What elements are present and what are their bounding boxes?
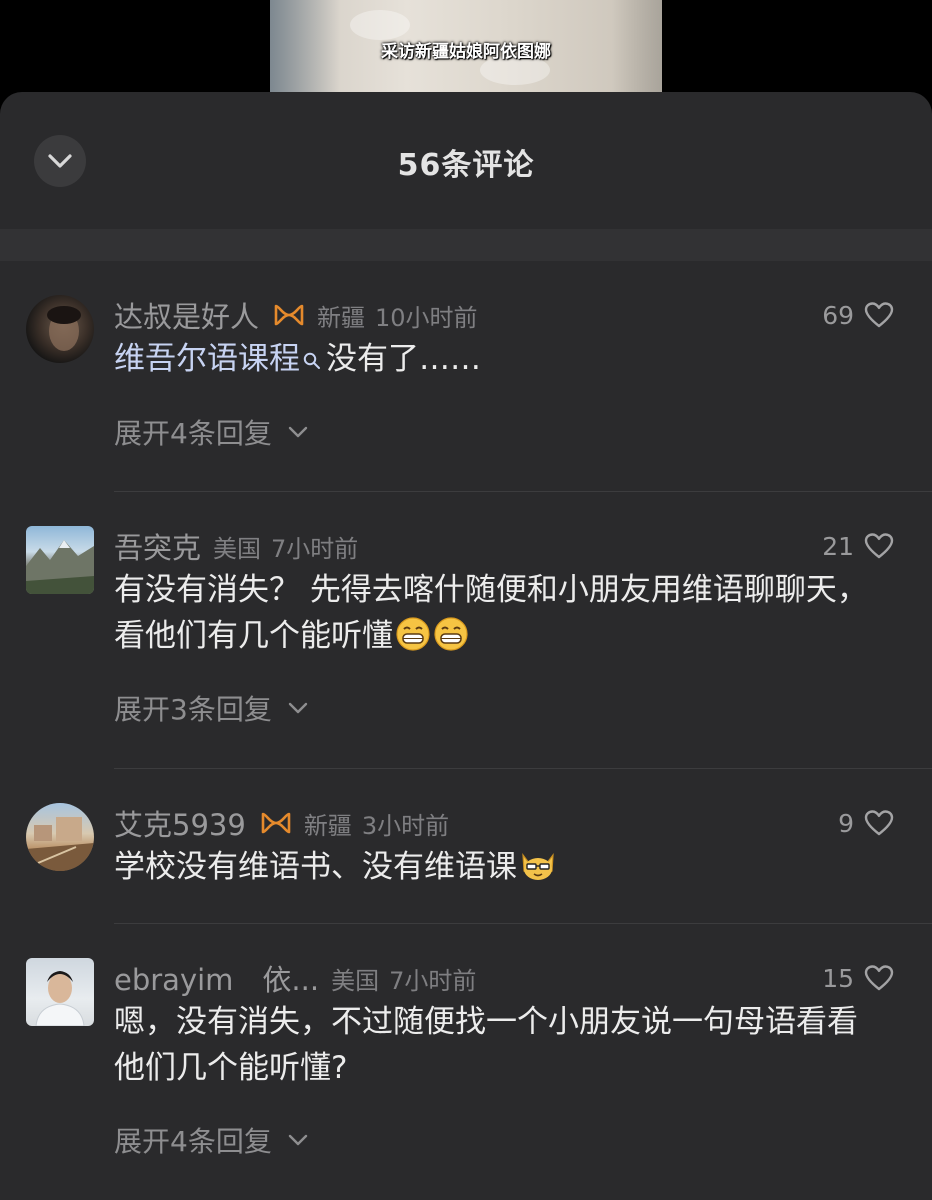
comment-text-body: 学校没有维语书、没有维语课 [114, 849, 517, 885]
comment-text: 维吾尔语课程 没有了…… [114, 336, 874, 382]
comment-username[interactable]: 艾克5939 [114, 802, 246, 844]
cat-emoji-icon [522, 853, 554, 880]
chevron-down-icon [288, 702, 308, 714]
like-count: 9 [838, 808, 854, 838]
video-frame[interactable]: 采访新疆姑娘阿依图娜 [270, 0, 662, 92]
comment-text-rest: 没有了…… [326, 341, 481, 377]
avatar-scene [26, 817, 94, 871]
heart-icon [864, 810, 894, 836]
comment-item: 艾克5939 新疆 3小时前 9 学校没有维语书、没有维语课 [0, 769, 932, 924]
comment-username[interactable]: 吾突克 [114, 525, 201, 567]
expand-replies-label: 展开4条回复 [114, 1125, 272, 1158]
sheet-header: 56条评论 [0, 92, 932, 229]
comment-item: ebrayim 依... 美国 7小时前 15 嗯，没有消失，不过随便找一个小朋… [0, 924, 932, 1200]
like-button[interactable]: 9 [838, 803, 894, 843]
comment-text: 嗯，没有消失，不过随便找一个小朋友说一句母语看看他们几个能听懂? [114, 1004, 858, 1086]
chevron-down-icon [288, 426, 308, 438]
search-icon[interactable] [302, 351, 322, 371]
heart-icon [864, 302, 894, 328]
expand-replies-label: 展开3条回复 [114, 693, 272, 726]
comment-location: 美国 [213, 534, 262, 563]
header-divider [0, 229, 932, 261]
fan-badge-icon [273, 302, 305, 328]
avatar[interactable] [26, 958, 94, 1026]
comments-sheet: 56条评论 达叔是好人 新疆 10小时前 69 维吾尔语课程 没有了…… 展开4… [0, 92, 932, 1200]
comment-time: 7小时前 [389, 966, 477, 995]
comment-meta: 艾克5939 新疆 3小时前 [114, 803, 449, 843]
comment-text: 有没有消失？ 先得去喀什随便和小朋友用维语聊聊天，看他们有几个能听懂 [114, 567, 874, 659]
comment-meta: 吾突克 美国 7小时前 [114, 526, 358, 566]
comment-location: 新疆 [317, 303, 366, 332]
expand-replies-button[interactable]: 展开4条回复 [114, 1120, 308, 1160]
comment-item: 达叔是好人 新疆 10小时前 69 维吾尔语课程 没有了…… 展开4条回复 [0, 261, 932, 492]
video-subtitle: 采访新疆姑娘阿依图娜 [381, 42, 551, 62]
chevron-down-icon [288, 1134, 308, 1146]
comment-time: 3小时前 [361, 811, 450, 840]
like-count: 21 [822, 531, 854, 561]
like-count: 69 [822, 300, 854, 330]
comment-text: 学校没有维语书、没有维语课 [114, 844, 874, 890]
fan-badge-icon [260, 810, 292, 836]
like-count: 15 [822, 963, 854, 993]
avatar-portrait [35, 971, 85, 1026]
comment-username[interactable]: ebrayim 依... [114, 957, 319, 999]
grin-emoji-icon [434, 617, 468, 651]
avatar-portrait [47, 306, 81, 351]
video-preview[interactable]: 采访新疆姑娘阿依图娜 [0, 0, 932, 92]
search-keyword-link[interactable]: 维吾尔语课程 [114, 341, 300, 377]
comment-meta: 达叔是好人 新疆 10小时前 [114, 295, 478, 335]
expand-replies-button[interactable]: 展开4条回复 [114, 412, 308, 452]
heart-icon [864, 533, 894, 559]
comment-username[interactable]: 达叔是好人 [114, 294, 259, 336]
video-pattern [350, 10, 410, 40]
like-button[interactable]: 21 [822, 526, 894, 566]
avatar[interactable] [26, 295, 94, 363]
expand-replies-button[interactable]: 展开3条回复 [114, 688, 308, 728]
comment-text-body: 有没有消失？ 先得去喀什随便和小朋友用维语聊聊天，看他们有几个能听懂 [114, 572, 868, 654]
comment-item: 吾突克 美国 7小时前 21 有没有消失？ 先得去喀什随便和小朋友用维语聊聊天，… [0, 492, 932, 769]
comment-meta: ebrayim 依... 美国 7小时前 [114, 958, 476, 998]
avatar-landscape [26, 540, 94, 594]
comment-location: 美国 [331, 966, 380, 995]
grin-emoji-icon [396, 617, 430, 651]
comment-count-title: 56条评论 [397, 148, 535, 183]
expand-replies-label: 展开4条回复 [114, 417, 272, 450]
comment-location: 新疆 [303, 811, 352, 840]
comment-time: 10小时前 [375, 303, 478, 332]
like-button[interactable]: 69 [822, 295, 894, 335]
avatar[interactable] [26, 526, 94, 594]
avatar[interactable] [26, 803, 94, 871]
heart-icon [864, 965, 894, 991]
like-button[interactable]: 15 [822, 958, 894, 998]
comment-time: 7小时前 [271, 534, 359, 563]
